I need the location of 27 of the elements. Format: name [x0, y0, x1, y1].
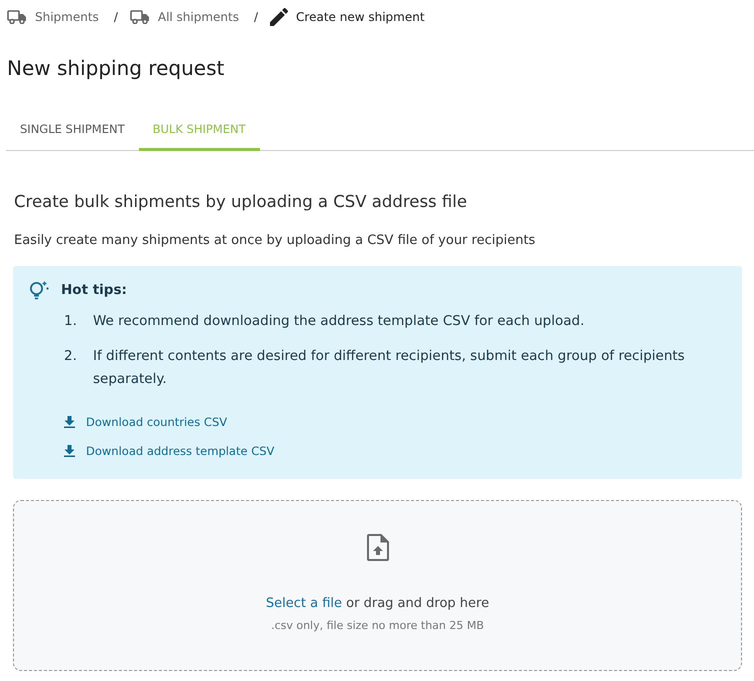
download-icon — [64, 445, 75, 457]
breadcrumb-separator: / — [114, 10, 118, 24]
breadcrumb-current: Create new shipment — [296, 10, 425, 24]
download-icon — [64, 416, 75, 428]
select-file-link[interactable]: Select a file — [266, 596, 342, 611]
page-title: New shipping request — [7, 55, 226, 82]
pencil-icon — [270, 8, 288, 26]
breadcrumb-link[interactable]: Shipments — [35, 10, 99, 24]
list-number: 2. — [64, 347, 78, 366]
file-upload-icon — [366, 534, 388, 561]
tip-text: We recommend downloading the address template CSV for each upload. — [93, 312, 584, 331]
breadcrumb-link[interactable]: All shipments — [158, 10, 239, 24]
breadcrumb-separator: / — [254, 10, 258, 24]
download-link[interactable]: Download address template CSV — [64, 442, 274, 460]
download-link[interactable]: Download countries CSV — [64, 413, 228, 431]
file-drop-zone[interactable]: Select a file or drag and drop here .csv only, file size no more than 25 MB — [13, 500, 742, 671]
truck-icon — [130, 10, 150, 24]
tips-title: Hot tips: — [61, 282, 127, 298]
lightbulb-icon — [29, 280, 49, 300]
section-description: Easily create many shipments at once by uploading a CSV file of your recipients — [14, 232, 536, 250]
upload-prompt: Select a file or drag and drop here — [266, 595, 490, 613]
upload-hint: .csv only, file size no more than 25 MB — [271, 618, 484, 634]
tab[interactable]: SINGLE SHIPMENT — [6, 108, 139, 151]
list-number: 1. — [64, 312, 78, 331]
tip-text: If different contents are desired for different recipients, submit each group of recipients separately. — [93, 347, 686, 389]
section-heading: Create bulk shipments by uploading a CSV address file — [14, 191, 468, 213]
truck-icon — [7, 10, 27, 24]
